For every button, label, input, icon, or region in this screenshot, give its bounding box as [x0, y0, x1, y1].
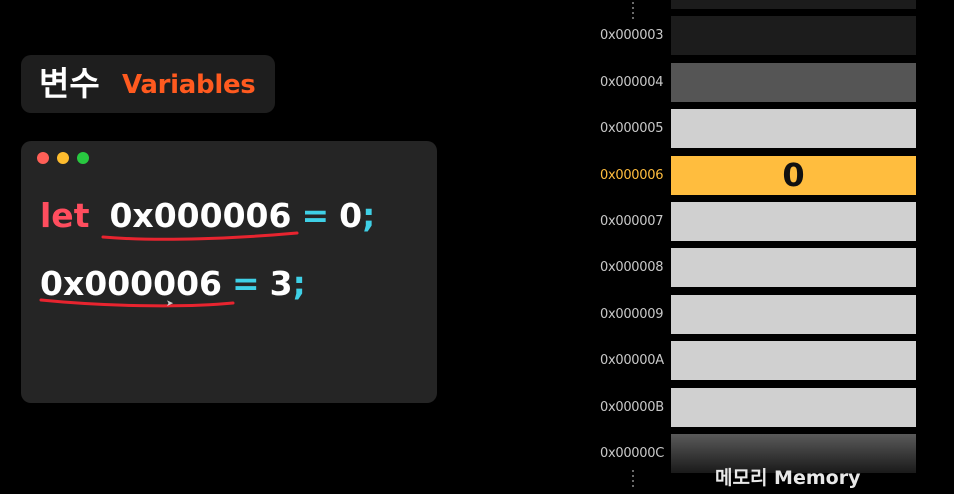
code-semicolon: ; [292, 264, 306, 303]
code-window: let 0x000006 = 0; 0x000006 = 3; [21, 141, 437, 403]
mouse-cursor-icon: ➤ [166, 299, 174, 309]
title-english: Variables [122, 70, 256, 100]
memory-cell [671, 388, 916, 427]
memory-cell [671, 0, 916, 9]
memory-address-label: 0x000007 [600, 214, 664, 229]
memory-caption: 메모리 Memory [715, 467, 861, 489]
maximize-window-icon[interactable] [77, 152, 89, 164]
code-value: 0 [339, 196, 363, 235]
code-value: 3 [269, 264, 293, 303]
code-operator-equals: = [232, 264, 260, 303]
memory-address-label: 0x000005 [600, 121, 664, 136]
memory-cell [671, 63, 916, 102]
memory-cell: 0 [671, 156, 916, 195]
code-address: 0x000006 [109, 196, 292, 235]
memory-cell [671, 109, 916, 148]
title-korean: 변수 [39, 64, 100, 103]
memory-address-label: 0x000008 [600, 260, 664, 275]
memory-address-label: 0x000004 [600, 75, 664, 90]
memory-cell [671, 248, 916, 287]
code-address: 0x000006 [40, 264, 223, 303]
memory-address-label: 0x00000B [600, 400, 664, 415]
code-line-2: 0x000006 = 3; [40, 264, 306, 304]
memory-cell [671, 202, 916, 241]
memory-address-label: 0x00000C [600, 446, 664, 461]
code-semicolon: ; [362, 196, 376, 235]
memory-cell [671, 16, 916, 55]
more-below-icon [632, 470, 635, 490]
memory-address-label: 0x000006 [600, 168, 664, 183]
minimize-window-icon[interactable] [57, 152, 69, 164]
code-operator-equals: = [301, 196, 330, 235]
close-window-icon[interactable] [37, 152, 49, 164]
memory-cell-value: 0 [782, 156, 805, 194]
memory-cell [671, 295, 916, 334]
title-badge: 변수 Variables [21, 55, 275, 113]
memory-cell [671, 341, 916, 380]
code-keyword-let: let [40, 196, 90, 235]
more-above-icon [632, 2, 635, 22]
code-line-1: let 0x000006 = 0; [40, 196, 375, 236]
memory-address-label: 0x000003 [600, 28, 664, 43]
memory-address-label: 0x00000A [600, 353, 664, 368]
memory-address-label: 0x000009 [600, 307, 664, 322]
